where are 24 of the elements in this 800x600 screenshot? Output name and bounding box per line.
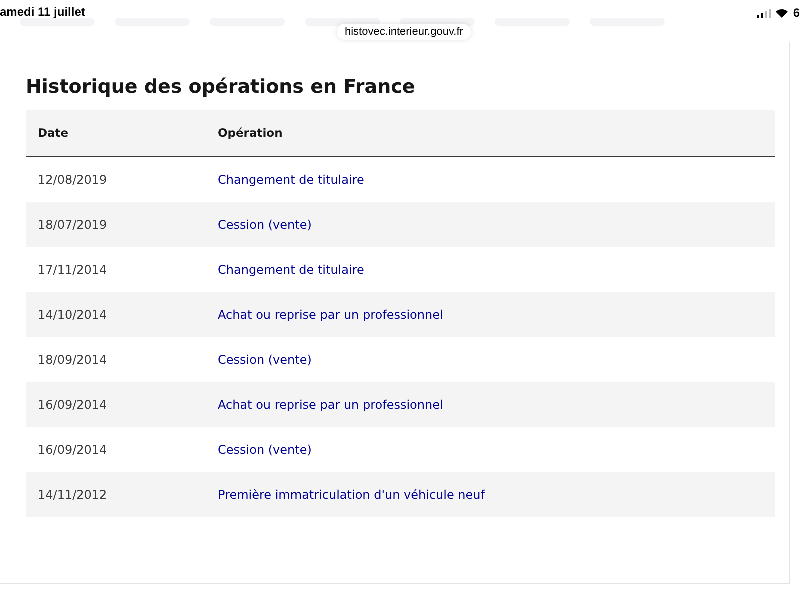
wifi-icon	[776, 8, 788, 18]
battery-level: 6	[793, 6, 800, 20]
status-date: amedi 11 juillet	[0, 5, 86, 19]
section-title: Historique des opérations en France	[26, 76, 416, 98]
operation-cell: Achat ou reprise par un professionnel	[206, 382, 775, 427]
operation-cell: Première immatriculation d'un véhicule neuf	[206, 472, 775, 517]
date-cell: 17/11/2014	[26, 247, 206, 292]
operation-cell: Changement de titulaire	[206, 156, 775, 202]
operation-cell: Cession (vente)	[206, 337, 775, 382]
url-field[interactable]: histovec.interieur.gouv.fr	[337, 24, 472, 40]
signal-icon	[757, 8, 772, 18]
date-cell: 16/09/2014	[26, 427, 206, 472]
operation-cell: Achat ou reprise par un professionnel	[206, 292, 775, 337]
date-cell: 18/09/2014	[26, 337, 206, 382]
column-header: Date	[26, 110, 206, 156]
operation-cell: Cession (vente)	[206, 427, 775, 472]
date-cell: 14/10/2014	[26, 292, 206, 337]
date-cell: 12/08/2019	[26, 156, 206, 202]
operation-cell: Changement de titulaire	[206, 247, 775, 292]
date-cell: 14/11/2012	[26, 472, 206, 517]
operation-cell: Cession (vente)	[206, 202, 775, 247]
date-cell: 18/07/2019	[26, 202, 206, 247]
column-header: Opération	[206, 110, 775, 156]
date-cell: 16/09/2014	[26, 382, 206, 427]
